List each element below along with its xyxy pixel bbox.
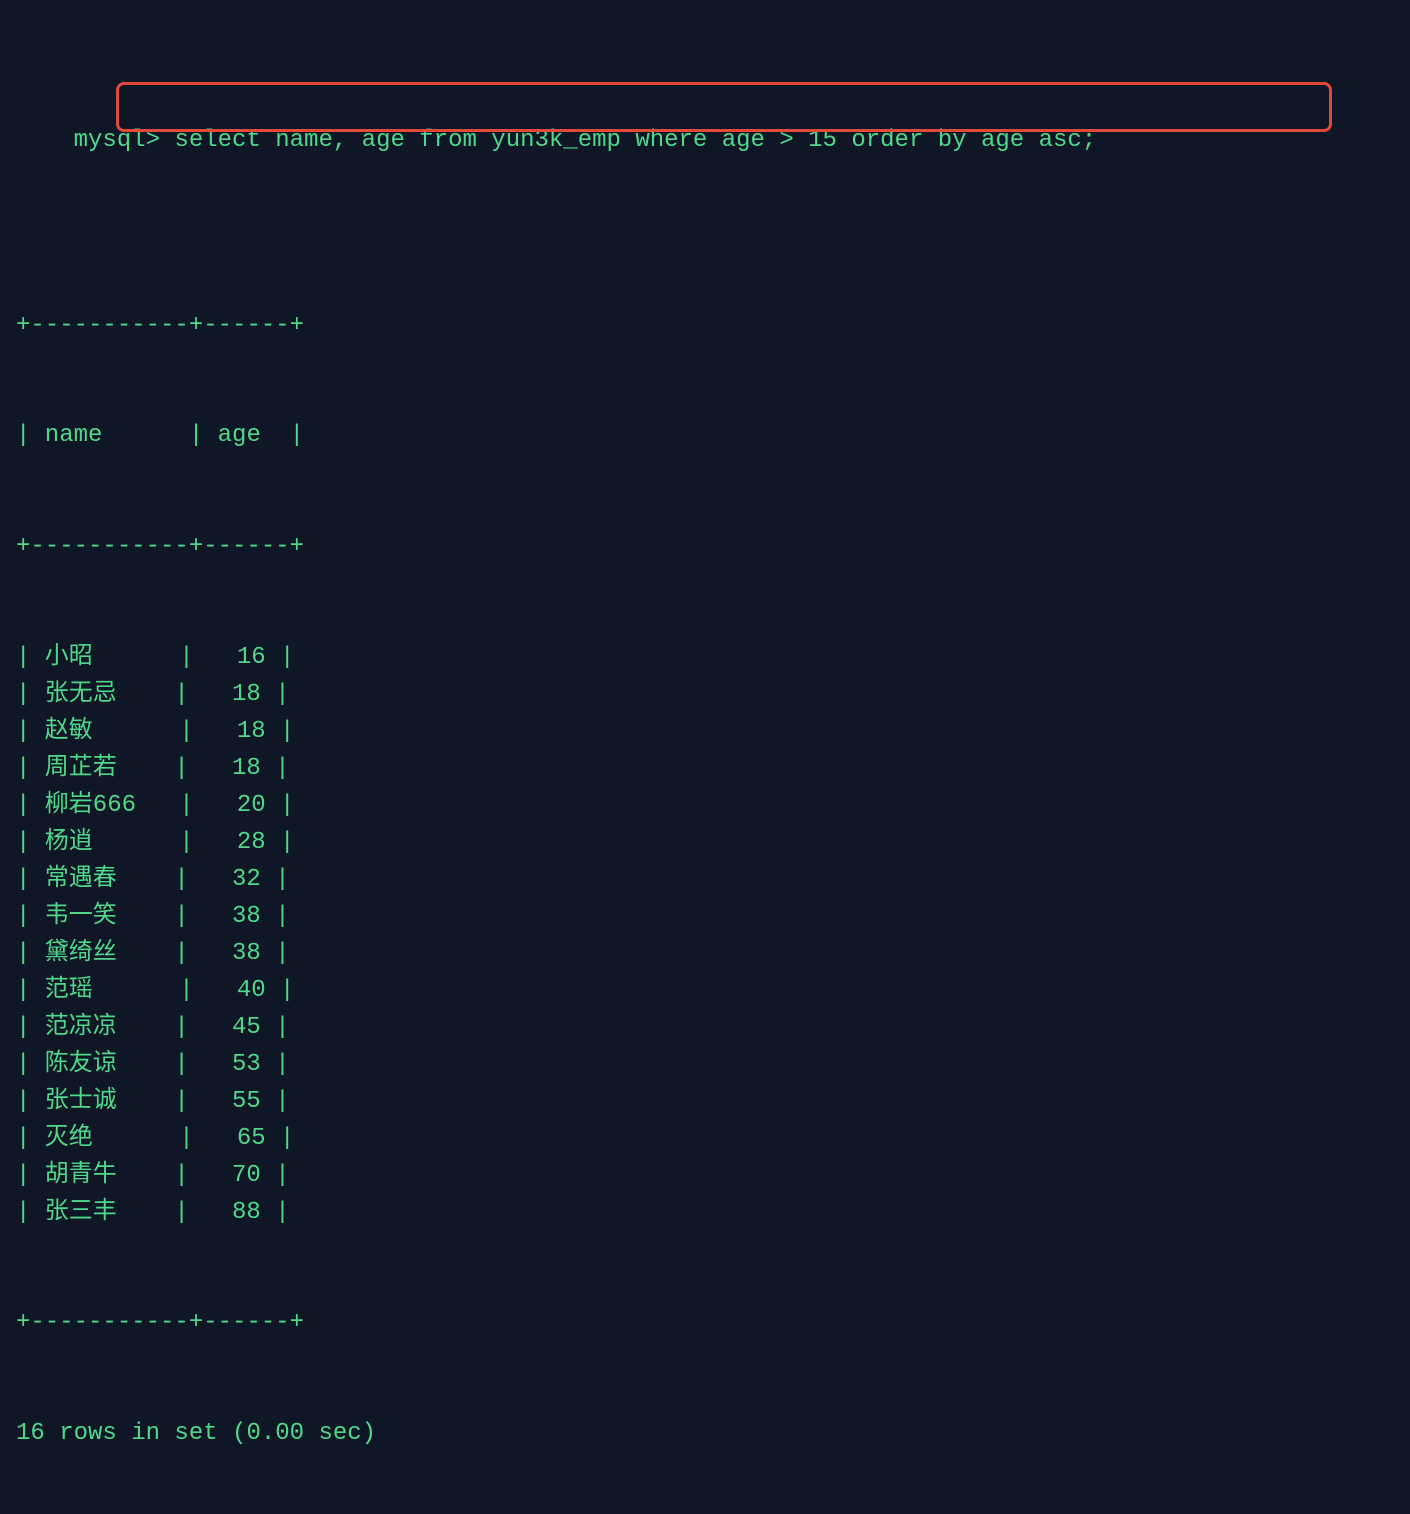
- table-separator-mid: +-----------+------+: [16, 529, 1394, 566]
- prompt-line: mysql> select name, age from yun3k_emp w…: [16, 86, 1394, 234]
- table-row: | 赵敏 | 18 |: [16, 714, 1394, 751]
- table-row: | 周芷若 | 18 |: [16, 751, 1394, 788]
- table-row: | 张三丰 | 88 |: [16, 1195, 1394, 1232]
- table-row: | 范瑶 | 40 |: [16, 973, 1394, 1010]
- mysql-prompt: mysql>: [74, 127, 160, 154]
- table-header-row: | name | age |: [16, 418, 1394, 455]
- table-row: | 范凉凉 | 45 |: [16, 1010, 1394, 1047]
- table-row: | 灭绝 | 65 |: [16, 1121, 1394, 1158]
- table-row: | 张士诚 | 55 |: [16, 1084, 1394, 1121]
- query-highlight-box: [116, 82, 1332, 132]
- table-row: | 小昭 | 16 |: [16, 640, 1394, 677]
- status-line: 16 rows in set (0.00 sec): [16, 1416, 1394, 1453]
- table-separator-bottom: +-----------+------+: [16, 1305, 1394, 1342]
- table-row: | 常遇春 | 32 |: [16, 862, 1394, 899]
- terminal[interactable]: mysql> select name, age from yun3k_emp w…: [0, 0, 1410, 1514]
- table-separator-top: +-----------+------+: [16, 308, 1394, 345]
- table-row: | 韦一笑 | 38 |: [16, 899, 1394, 936]
- sql-query: select name, age from yun3k_emp where ag…: [174, 127, 1096, 154]
- table-row: | 黛绮丝 | 38 |: [16, 936, 1394, 973]
- table-row: | 陈友谅 | 53 |: [16, 1047, 1394, 1084]
- table-row: | 柳岩666 | 20 |: [16, 788, 1394, 825]
- table-row: | 胡青牛 | 70 |: [16, 1158, 1394, 1195]
- table-body: | 小昭 | 16 || 张无忌 | 18 || 赵敏 | 18 || 周芷若 …: [16, 640, 1394, 1231]
- table-row: | 张无忌 | 18 |: [16, 677, 1394, 714]
- table-row: | 杨逍 | 28 |: [16, 825, 1394, 862]
